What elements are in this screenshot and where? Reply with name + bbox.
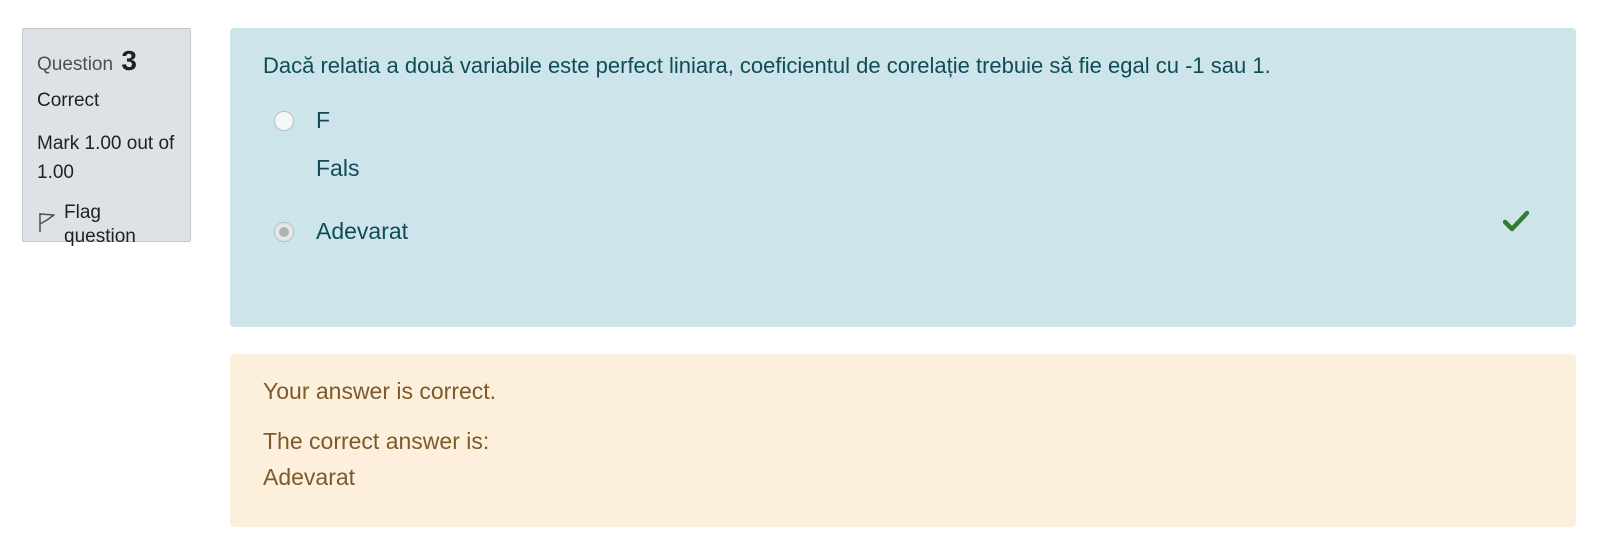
specific-feedback: Your answer is correct.: [263, 378, 497, 404]
answer-options: F Fals Adevarat: [263, 107, 1543, 245]
question-formulation: Dacă relatia a două variabile este perfe…: [230, 28, 1576, 327]
radio-button-adevarat[interactable]: [274, 221, 294, 242]
answer-option-adevarat-label: Adevarat: [316, 218, 409, 244]
question-number-value: 3: [121, 45, 137, 76]
feedback-panel: Your answer is correct. The correct answ…: [230, 354, 1576, 527]
question-text: Dacă relatia a două variabile este perfe…: [263, 53, 1271, 78]
answer-option-adevarat[interactable]: Adevarat: [263, 218, 1543, 245]
question-grade: Mark 1.00 out of 1.00: [37, 133, 175, 183]
answer-option-f-label: F: [316, 107, 331, 133]
answer-option-f[interactable]: F: [263, 107, 1543, 134]
answer-option-f-sublabel: Fals: [316, 155, 360, 181]
question-state: Correct: [37, 90, 100, 111]
right-answer-label: The correct answer is:: [263, 428, 490, 454]
check-icon: [1502, 210, 1530, 237]
question-info-panel: Question 3 Correct Mark 1.00 out of 1.00…: [22, 28, 191, 247]
flag-icon: [37, 211, 64, 240]
question-label: Question: [37, 54, 114, 75]
flag-question-link[interactable]: Flag question: [37, 201, 176, 249]
question-number: Question 3: [37, 47, 176, 79]
right-answer-value: Adevarat: [263, 464, 356, 490]
flag-question-label: Flag question: [64, 202, 136, 247]
radio-button-f[interactable]: [274, 110, 294, 131]
